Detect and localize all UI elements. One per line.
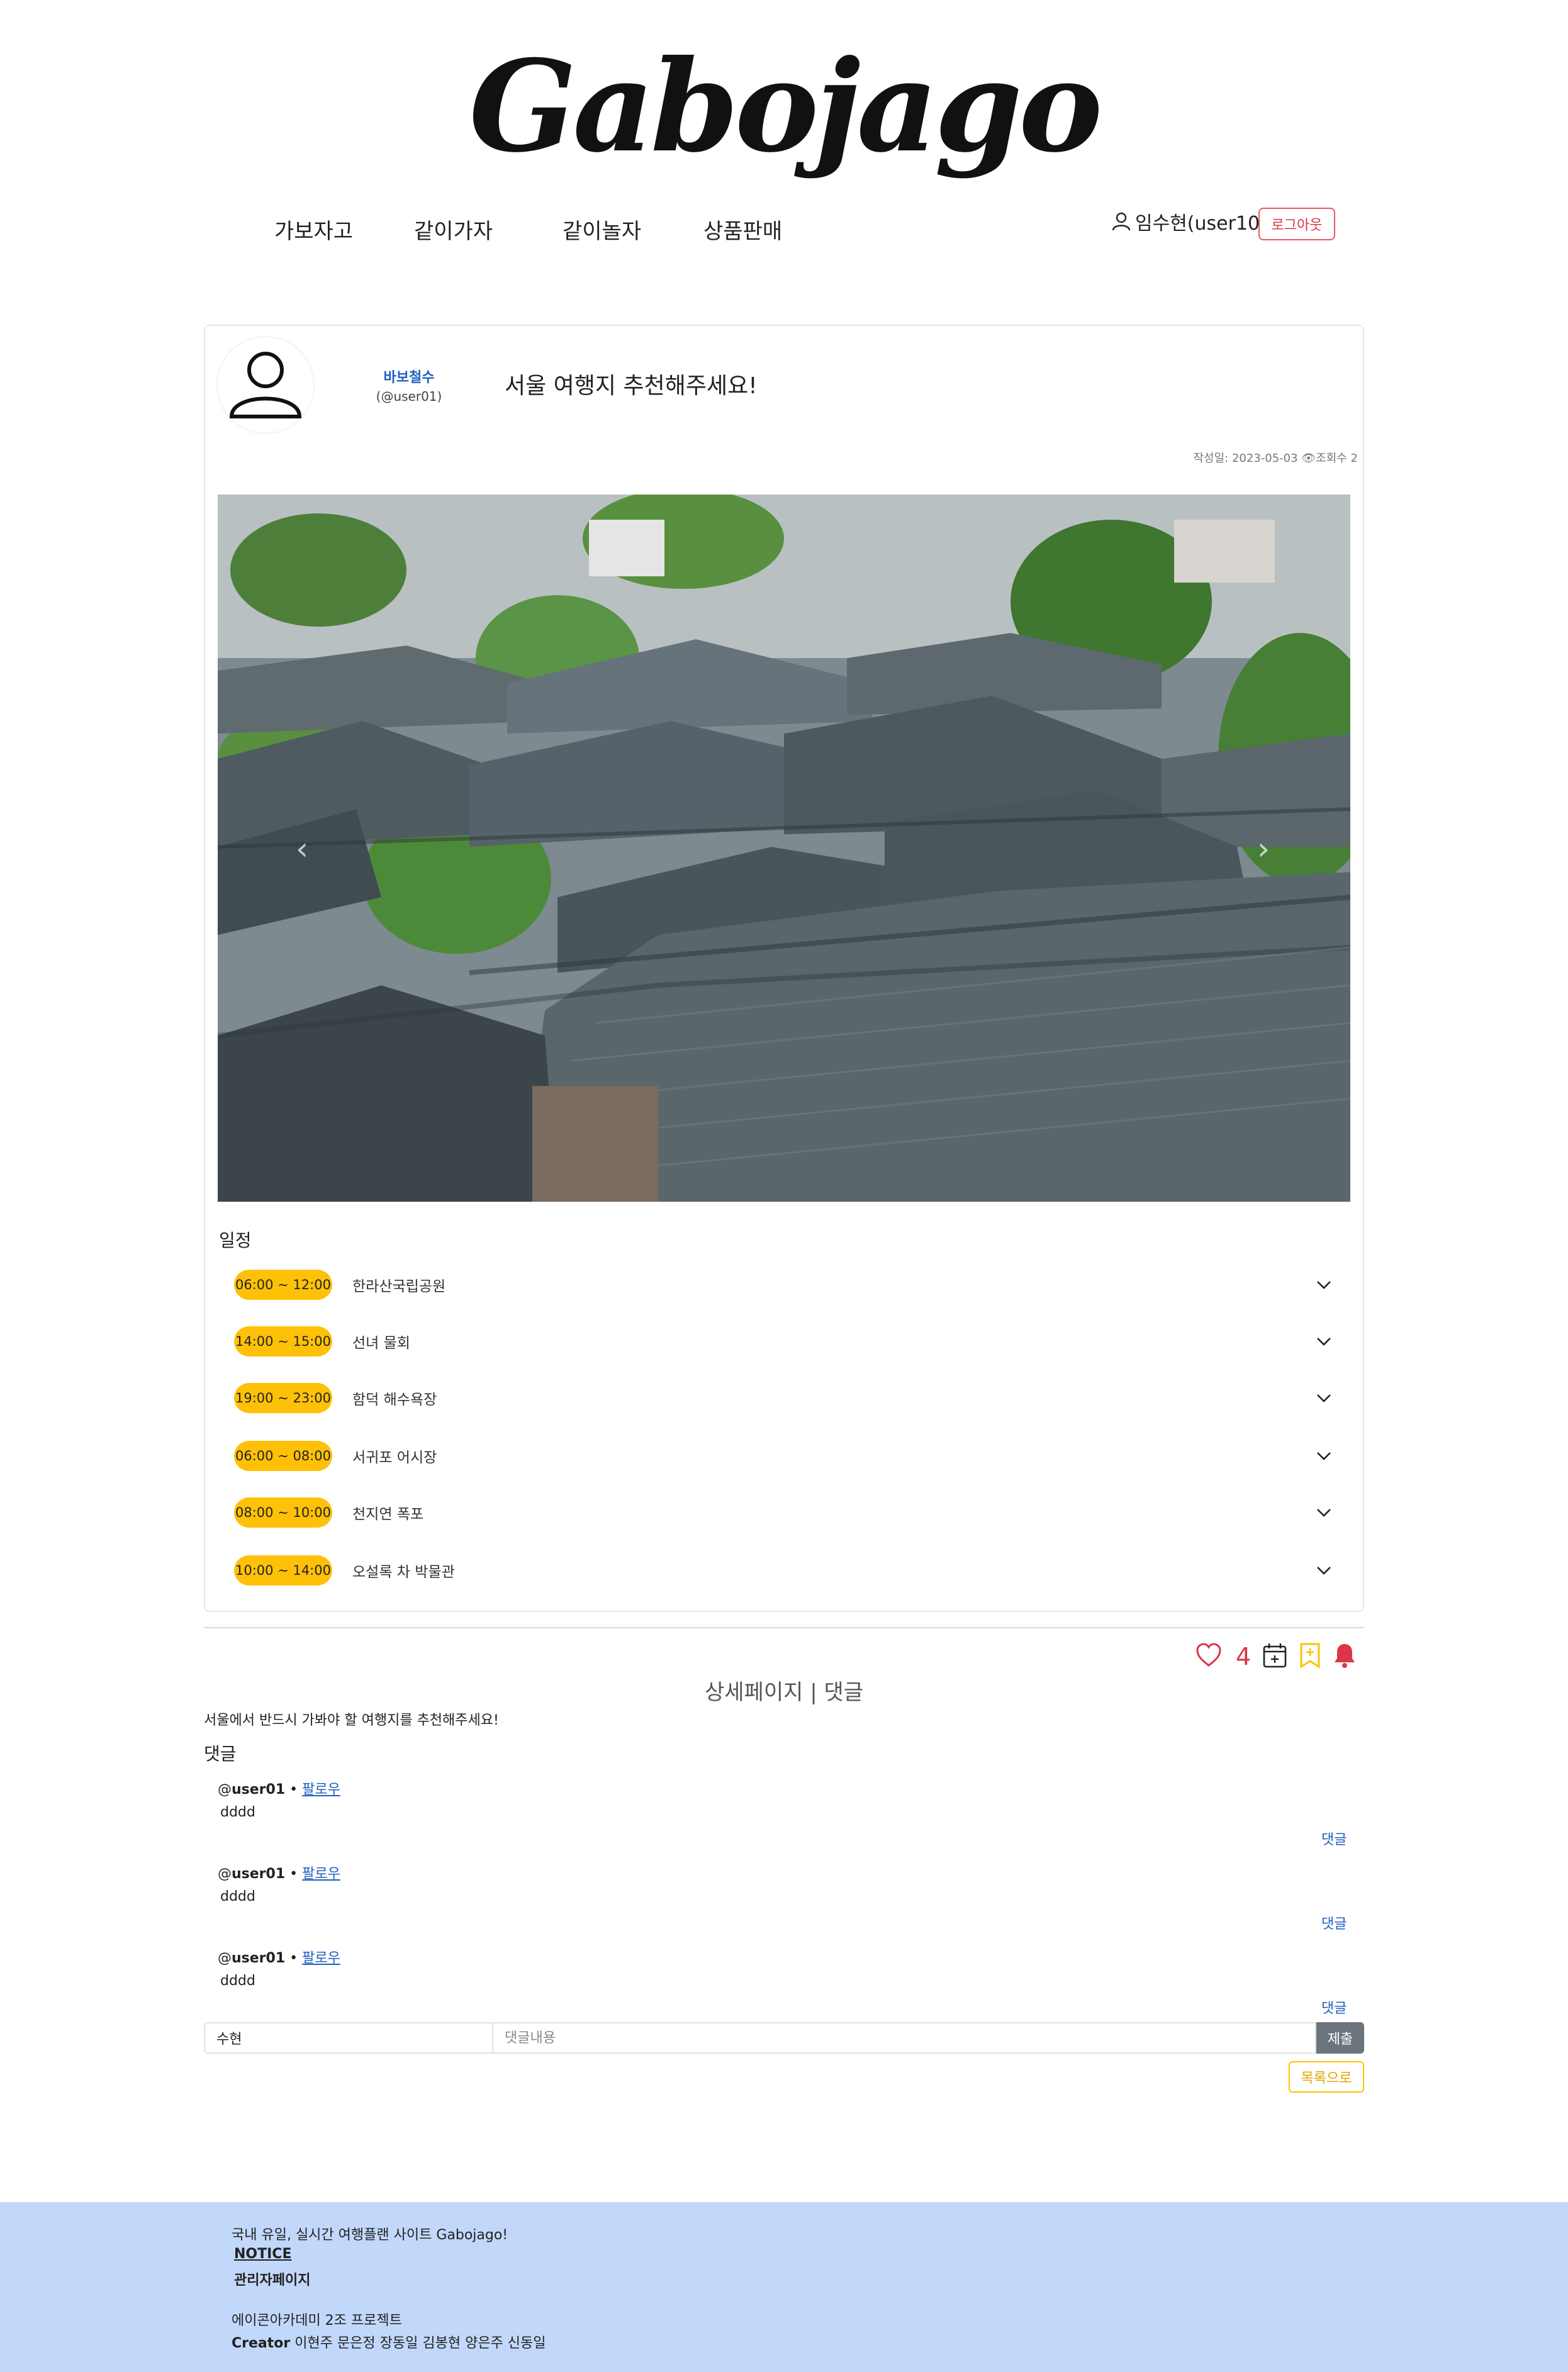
place-name: 오설록 차 박물관 <box>352 1564 455 1580</box>
creator-names: 이현주 문은정 장동일 김봉현 양은주 신동일 <box>290 2336 546 2351</box>
reply-link[interactable]: 댓글 <box>1321 1828 1347 1849</box>
post-photo <box>218 495 1350 1202</box>
time-badge: 19:00 ~ 23:00 <box>234 1383 332 1413</box>
footer-notice-link[interactable]: NOTICE <box>234 2246 291 2262</box>
user-icon <box>1112 212 1131 231</box>
footer-project: 에이콘아카데미 2조 프로젝트 <box>232 2313 402 2329</box>
carousel-prev-icon[interactable]: ‹ <box>296 831 308 867</box>
comment-header: @user01 • 팔로우 <box>218 1947 340 1967</box>
user-info[interactable]: 임수현(user10) <box>1111 208 1267 235</box>
post-title: 서울 여행지 추천해주세요! <box>505 373 758 399</box>
nav-item-together-go[interactable]: 같이가자 <box>414 214 493 245</box>
carousel-next-icon[interactable]: › <box>1257 831 1270 867</box>
heart-icon[interactable] <box>1196 1643 1222 1670</box>
time-badge: 06:00 ~ 12:00 <box>234 1270 332 1300</box>
chevron-down-icon[interactable] <box>1311 1443 1336 1469</box>
footer-admin-link[interactable]: 관리자페이지 <box>234 2269 310 2289</box>
comment-at: @ <box>218 1866 232 1882</box>
calendar-plus-icon[interactable] <box>1262 1642 1287 1671</box>
schedule-item[interactable]: 10:00 ~ 14:00 오설록 차 박물관 <box>234 1555 1336 1586</box>
schedule-item[interactable]: 06:00 ~ 08:00 서귀포 어시장 <box>234 1441 1336 1471</box>
logout-button[interactable]: 로그아웃 <box>1258 208 1335 240</box>
nav-item-together-play[interactable]: 같이놀자 <box>563 214 641 245</box>
reply-link[interactable]: 댓글 <box>1321 1913 1347 1933</box>
time-badge: 10:00 ~ 14:00 <box>234 1555 332 1586</box>
comment-header: @user01 • 팔로우 <box>218 1862 340 1882</box>
bookmark-plus-icon[interactable] <box>1299 1642 1321 1671</box>
place-name: 한라산국립공원 <box>352 1278 446 1295</box>
comment-sep: • <box>285 1866 303 1882</box>
schedule-item[interactable]: 06:00 ~ 12:00 한라산국립공원 <box>234 1270 1336 1300</box>
author-name[interactable]: 바보철수 <box>352 366 466 386</box>
time-badge: 08:00 ~ 10:00 <box>234 1497 332 1528</box>
creator-label: Creator <box>232 2336 291 2351</box>
schedule-item[interactable]: 08:00 ~ 10:00 천지연 폭포 <box>234 1497 1336 1528</box>
comment-user[interactable]: user01 <box>232 1782 285 1798</box>
nav-item-shop[interactable]: 상품판매 <box>703 214 782 245</box>
chevron-down-icon[interactable] <box>1311 1385 1336 1411</box>
post-description: 서울에서 반드시 가봐야 할 여행지를 추천해주세요! <box>204 1713 499 1728</box>
author-avatar[interactable] <box>218 337 313 433</box>
follow-link[interactable]: 팔로우 <box>302 1866 340 1882</box>
comment-at: @ <box>218 1950 232 1966</box>
comment-sep: • <box>285 1782 303 1798</box>
detail-comments-heading: 상세페이지 | 댓글 <box>704 1680 864 1705</box>
place-name: 천지연 폭포 <box>352 1506 424 1523</box>
post-meta: 작성일: 2023-05-03 👁조회수 2 <box>1193 452 1358 465</box>
author-handle: (@user01) <box>376 389 442 404</box>
time-badge: 06:00 ~ 08:00 <box>234 1441 332 1471</box>
comment-user[interactable]: user01 <box>232 1950 285 1966</box>
site-logo[interactable]: Gabojago <box>0 25 1568 189</box>
back-to-list-button[interactable]: 목록으로 <box>1289 2061 1364 2093</box>
follow-link[interactable]: 팔로우 <box>302 1950 340 1966</box>
comment-sep: • <box>285 1950 303 1966</box>
user-display-name: 임수현(user10) <box>1135 213 1267 235</box>
post-actions: 4 <box>1196 1642 1357 1671</box>
like-count: 4 <box>1236 1643 1252 1670</box>
comment-at: @ <box>218 1782 232 1798</box>
submit-button[interactable]: 제출 <box>1316 2022 1364 2054</box>
section-divider <box>204 1627 1364 1628</box>
comments-heading: 댓글 <box>204 1743 237 1764</box>
place-name: 선녀 물회 <box>352 1335 410 1351</box>
comment-author-input[interactable] <box>204 2022 493 2054</box>
comment-body: dddd <box>220 1804 255 1820</box>
place-name: 서귀포 어시장 <box>352 1450 437 1466</box>
comment-user[interactable]: user01 <box>232 1866 285 1882</box>
chevron-down-icon[interactable] <box>1311 1500 1336 1525</box>
place-name: 함덕 해수욕장 <box>352 1392 437 1408</box>
schedule-item[interactable]: 19:00 ~ 23:00 함덕 해수욕장 <box>234 1383 1336 1413</box>
comment-body: dddd <box>220 1973 255 1989</box>
comment-content-input[interactable] <box>493 2022 1316 2054</box>
chevron-down-icon[interactable] <box>1311 1558 1336 1583</box>
reply-link[interactable]: 댓글 <box>1321 1997 1347 2017</box>
comment-body: dddd <box>220 1889 255 1905</box>
hanok-roofs-illustration <box>218 495 1350 1202</box>
bell-icon[interactable] <box>1333 1642 1357 1671</box>
chevron-down-icon[interactable] <box>1311 1329 1336 1354</box>
comment-header: @user01 • 팔로우 <box>218 1778 340 1798</box>
schedule-item[interactable]: 14:00 ~ 15:00 선녀 물회 <box>234 1326 1336 1357</box>
footer-creators: Creator 이현주 문은정 장동일 김봉현 양은주 신동일 <box>232 2332 546 2352</box>
follow-link[interactable]: 팔로우 <box>302 1782 340 1798</box>
time-badge: 14:00 ~ 15:00 <box>234 1326 332 1357</box>
nav-item-gabojago[interactable]: 가보자고 <box>274 214 353 245</box>
schedule-heading: 일정 <box>219 1230 252 1251</box>
chevron-down-icon[interactable] <box>1311 1272 1336 1297</box>
footer-tagline: 국내 유일, 실시간 여행플랜 사이트 Gabojago! <box>232 2227 508 2243</box>
person-icon <box>229 352 302 418</box>
